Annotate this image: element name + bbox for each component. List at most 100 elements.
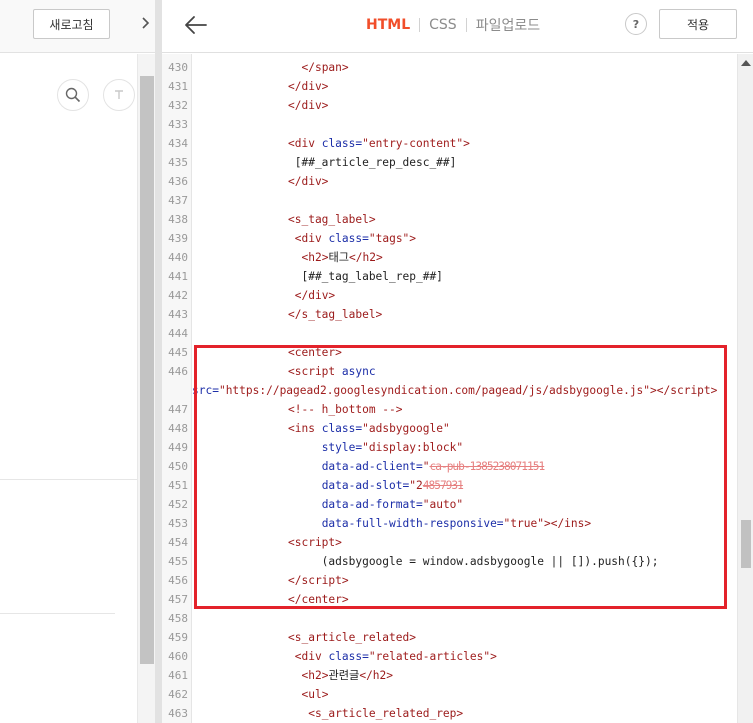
left-scrollbar-thumb[interactable] xyxy=(140,76,154,664)
code-line[interactable]: 457 </center> xyxy=(162,590,737,609)
code-line[interactable]: 463 <s_article_related_rep> xyxy=(162,704,737,723)
editor-tabs: HTML CSS 파일업로드 xyxy=(366,15,540,35)
code-line[interactable]: 447 <!-- h_bottom --> xyxy=(162,400,737,419)
left-scrollbar[interactable] xyxy=(137,54,155,723)
code-line[interactable]: 442 </div> xyxy=(162,286,737,305)
code-line[interactable]: 430 </span> xyxy=(162,58,737,77)
code-text: src="https://pagead2.googlesyndication.c… xyxy=(192,384,718,397)
line-number: 454 xyxy=(168,536,188,549)
line-number: 457 xyxy=(168,593,188,606)
text-format-icon[interactable] xyxy=(103,79,135,111)
code-text: <ins class="adsbygoogle" xyxy=(288,422,450,435)
code-text: data-ad-slot="24857931 xyxy=(321,479,464,492)
code-line[interactable]: 449 style="display:block" xyxy=(162,438,737,457)
line-number: 443 xyxy=(168,308,188,321)
line-number: 456 xyxy=(168,574,188,587)
code-line[interactable]: 433 xyxy=(162,115,737,134)
code-line[interactable]: 444 xyxy=(162,324,737,343)
code-line[interactable]: 452 data-ad-format="auto" xyxy=(162,495,737,514)
code-text: <div class="related-articles"> xyxy=(294,650,497,663)
code-line[interactable]: 437 xyxy=(162,191,737,210)
code-text: </span> xyxy=(301,61,349,74)
line-number: 438 xyxy=(168,213,188,226)
tab-css[interactable]: CSS xyxy=(429,17,457,33)
scroll-up-icon[interactable] xyxy=(741,60,751,66)
line-number: 442 xyxy=(168,289,188,302)
line-number: 431 xyxy=(168,80,188,93)
code-line[interactable]: 441 [##_tag_label_rep_##] xyxy=(162,267,737,286)
code-text: <script> xyxy=(288,536,342,549)
code-text: <h2>관련글</h2> xyxy=(301,669,394,682)
code-line[interactable]: 440 <h2>태그</h2> xyxy=(162,248,737,267)
line-number: 460 xyxy=(168,650,188,663)
code-line[interactable]: 448 <ins class="adsbygoogle" xyxy=(162,419,737,438)
line-number: 437 xyxy=(168,194,188,207)
code-line[interactable]: 454 <script> xyxy=(162,533,737,552)
line-number: 434 xyxy=(168,137,188,150)
code-line[interactable]: 451 data-ad-slot="24857931 xyxy=(162,476,737,495)
code-line[interactable]: src="https://pagead2.googlesyndication.c… xyxy=(162,381,737,400)
code-lines: 430 </span> 431 </div> 432 </div> 433 434 <div … xyxy=(162,58,737,723)
line-number: 441 xyxy=(168,270,188,283)
tab-separator xyxy=(419,18,421,32)
code-line[interactable]: 455 (adsbygoogle = window.adsbygoogle ||… xyxy=(162,552,737,571)
chevron-right-icon[interactable] xyxy=(139,13,153,33)
code-line[interactable]: 462 <ul> xyxy=(162,685,737,704)
line-number: 462 xyxy=(168,688,188,701)
line-number: 445 xyxy=(168,346,188,359)
code-line[interactable]: 435 [##_article_rep_desc_##] xyxy=(162,153,737,172)
code-text: (adsbygoogle = window.adsbygoogle || [])… xyxy=(288,555,659,568)
help-icon[interactable]: ? xyxy=(625,13,647,35)
code-text: </div> xyxy=(288,99,329,112)
code-line[interactable]: 459 <s_article_related> xyxy=(162,628,737,647)
code-line[interactable]: 456 </script> xyxy=(162,571,737,590)
left-panel: 새로고침 xyxy=(0,0,155,723)
code-line[interactable]: 446 <script async xyxy=(162,362,737,381)
code-line[interactable]: 431 </div> xyxy=(162,77,737,96)
divider xyxy=(0,613,115,614)
line-number: 433 xyxy=(168,118,188,131)
line-number: 461 xyxy=(168,669,188,682)
line-number: 435 xyxy=(168,156,188,169)
code-text: <!-- h_bottom --> xyxy=(288,403,403,416)
code-text: </div> xyxy=(288,80,329,93)
code-line[interactable]: 436 </div> xyxy=(162,172,737,191)
line-number: 455 xyxy=(168,555,188,568)
code-line[interactable]: 461 <h2>관련글</h2> xyxy=(162,666,737,685)
line-number: 446 xyxy=(168,365,188,378)
editor-scrollbar-thumb[interactable] xyxy=(741,520,751,568)
code-line[interactable]: 445 <center> xyxy=(162,343,737,362)
code-text: <div class="entry-content"> xyxy=(288,137,470,150)
code-text: <div class="tags"> xyxy=(294,232,417,245)
code-text: </script> xyxy=(288,574,349,587)
line-number: 447 xyxy=(168,403,188,416)
code-line[interactable]: 460 <div class="related-articles"> xyxy=(162,647,737,666)
apply-button[interactable]: 적용 xyxy=(659,9,737,39)
line-number: 432 xyxy=(168,99,188,112)
code-text: <s_tag_label> xyxy=(288,213,376,226)
arrow-left-icon[interactable] xyxy=(182,11,210,39)
line-number: 439 xyxy=(168,232,188,245)
code-text: <s_article_related> xyxy=(288,631,416,644)
code-line[interactable]: 432 </div> xyxy=(162,96,737,115)
code-line[interactable]: 439 <div class="tags"> xyxy=(162,229,737,248)
line-number: 436 xyxy=(168,175,188,188)
code-text: [##_tag_label_rep_##] xyxy=(288,270,443,283)
code-line[interactable]: 453 data-full-width-responsive="true"></… xyxy=(162,514,737,533)
line-number: 430 xyxy=(168,61,188,74)
code-editor[interactable]: 430 </span> 431 </div> 432 </div> 433 434 <div … xyxy=(162,54,753,723)
tab-file-upload[interactable]: 파일업로드 xyxy=(476,15,540,35)
code-text: <script async xyxy=(288,365,376,378)
editor-scrollbar[interactable] xyxy=(737,54,753,723)
tab-html[interactable]: HTML xyxy=(366,17,410,33)
code-line[interactable]: 443 </s_tag_label> xyxy=(162,305,737,324)
code-line[interactable]: 438 <s_tag_label> xyxy=(162,210,737,229)
search-icon[interactable] xyxy=(57,79,89,111)
tab-separator xyxy=(465,18,467,32)
code-line[interactable]: 458 xyxy=(162,609,737,628)
code-line[interactable]: 450 data-ad-client="ca-pub-1385238071151 xyxy=(162,457,737,476)
refresh-button[interactable]: 새로고침 xyxy=(33,9,110,39)
panel-splitter[interactable] xyxy=(155,0,162,723)
code-text: [##_article_rep_desc_##] xyxy=(288,156,457,169)
code-line[interactable]: 434 <div class="entry-content"> xyxy=(162,134,737,153)
